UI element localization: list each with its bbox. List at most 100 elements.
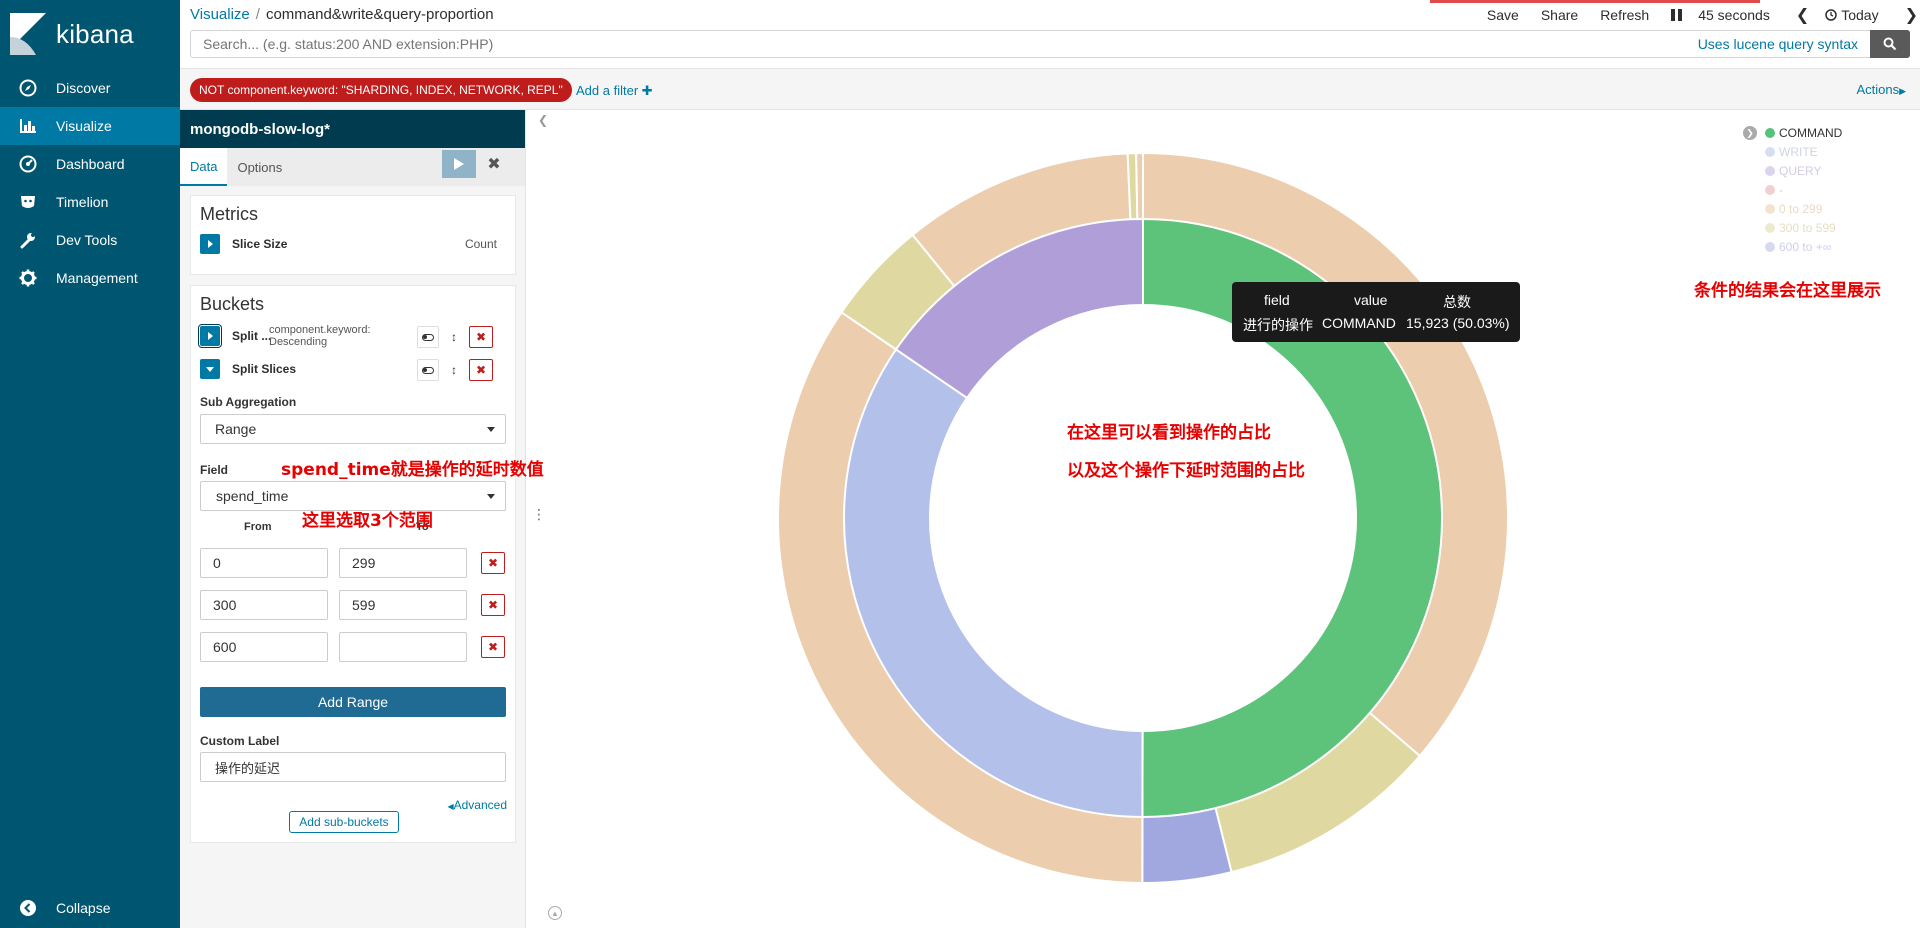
tab-data[interactable]: Data xyxy=(180,148,228,186)
remove-range-button[interactable]: ✖ xyxy=(481,552,505,574)
inner-slice[interactable] xyxy=(894,217,1144,400)
search-button[interactable] xyxy=(1870,30,1910,58)
sidebar-item-dev-tools[interactable]: Dev Tools xyxy=(0,221,180,259)
index-title: mongodb-slow-log* xyxy=(180,110,525,148)
expand-metric-button[interactable] xyxy=(200,234,220,254)
lucene-syntax-link[interactable]: Uses lucene query syntax xyxy=(1698,36,1858,52)
top-actions: Save Share Refresh 45 seconds ❮ Today ❯ xyxy=(1465,5,1920,25)
close-icon: ✖ xyxy=(487,156,501,173)
add-sub-buckets-button[interactable]: Add sub-buckets xyxy=(289,811,399,833)
kibana-logo[interactable]: kibana xyxy=(10,12,134,56)
collapse-spy-icon[interactable]: ▲ xyxy=(548,906,562,920)
metrics-card: Metrics Slice Size Count xyxy=(190,195,516,275)
chevron-left-icon[interactable]: ❮ xyxy=(1796,5,1809,25)
refresh-button[interactable]: Refresh xyxy=(1600,7,1649,23)
tab-options[interactable]: Options xyxy=(227,148,292,186)
sidebar-item-dashboard[interactable]: Dashboard xyxy=(0,145,180,183)
legend-label: 600 to +∞ xyxy=(1779,239,1832,254)
search-icon xyxy=(1883,37,1897,51)
outer-slice[interactable] xyxy=(1141,805,1233,884)
tooltip-header-value: value xyxy=(1354,292,1388,308)
remove-range-button[interactable]: ✖ xyxy=(481,636,505,658)
actions-link[interactable]: Actions▶ xyxy=(1856,82,1906,97)
save-button[interactable]: Save xyxy=(1487,7,1519,23)
legend-label: QUERY xyxy=(1779,163,1822,178)
outer-slice[interactable] xyxy=(840,233,957,352)
bar-chart-icon xyxy=(18,116,38,136)
toggle-icon xyxy=(422,366,434,374)
dashboard-icon xyxy=(18,154,38,174)
expand-split2-button[interactable] xyxy=(200,359,220,379)
toggle-split1-button[interactable] xyxy=(417,326,439,348)
caret-right-icon xyxy=(208,332,213,340)
share-button[interactable]: Share xyxy=(1541,7,1578,23)
discard-changes-button[interactable]: ✖ xyxy=(480,150,508,178)
search-input[interactable] xyxy=(191,31,1698,57)
caret-down-icon xyxy=(206,367,214,372)
add-filter-link[interactable]: Add a filter ✚ xyxy=(576,83,653,99)
legend-toggle-icon[interactable]: ❯ xyxy=(1743,126,1757,140)
sidebar-item-timelion[interactable]: Timelion xyxy=(0,183,180,221)
refresh-interval[interactable]: 45 seconds xyxy=(1698,7,1770,23)
tooltip-header-total: 总数 xyxy=(1443,294,1471,310)
outer-slice[interactable] xyxy=(1214,710,1422,874)
top-annotation-line xyxy=(1430,0,1760,3)
legend-item[interactable]: QUERY xyxy=(1765,161,1842,180)
pause-icon[interactable] xyxy=(1671,9,1683,21)
split1-desc-line2: Descending xyxy=(269,336,328,348)
apply-changes-button[interactable] xyxy=(442,150,476,178)
play-icon xyxy=(454,158,464,170)
legend-item[interactable]: COMMAND xyxy=(1765,123,1842,142)
custom-label-input[interactable]: 操作的延迟 xyxy=(200,752,506,782)
outer-slice[interactable] xyxy=(777,310,1144,885)
legend-item[interactable]: 0 to 299 xyxy=(1765,199,1842,218)
sidebar-item-management[interactable]: Management xyxy=(0,259,180,297)
app-name: kibana xyxy=(56,18,134,49)
range-to-input[interactable]: 299 xyxy=(339,548,467,578)
advanced-link[interactable]: ◀Advanced xyxy=(447,798,507,812)
outer-slice[interactable] xyxy=(911,152,1132,289)
remove-range-button[interactable]: ✖ xyxy=(481,594,505,616)
breadcrumb-visualize-link[interactable]: Visualize xyxy=(190,6,250,23)
remove-split2-button[interactable]: ✖ xyxy=(469,359,493,381)
split-slices-row: Split Slices xyxy=(200,359,296,379)
legend-item[interactable]: 600 to +∞ xyxy=(1765,237,1842,256)
add-range-button[interactable]: Add Range xyxy=(200,687,506,717)
sidebar-item-discover[interactable]: Discover xyxy=(0,69,180,107)
sidebar-collapse[interactable]: Collapse xyxy=(0,889,180,927)
legend-swatch xyxy=(1765,127,1775,138)
drag-split1-handle[interactable]: ↕ xyxy=(443,326,465,348)
time-picker[interactable]: Today xyxy=(1825,7,1879,23)
range-from-input[interactable]: 600 xyxy=(200,632,328,662)
tooltip-total: 15,923 (50.03%) xyxy=(1406,315,1510,331)
panel-resize-handle[interactable]: ⋮ xyxy=(532,507,546,521)
sidebar-item-label: Visualize xyxy=(56,118,112,134)
sidebar-item-visualize[interactable]: Visualize xyxy=(0,107,180,145)
range-from-input[interactable]: 300 xyxy=(200,590,328,620)
collapse-icon xyxy=(18,898,38,918)
tooltip-header-field: field xyxy=(1264,292,1290,308)
chevron-right-icon[interactable]: ❯ xyxy=(1905,5,1918,25)
buckets-card: Buckets Split ... component.keyword: Des… xyxy=(190,285,516,843)
range-to-input[interactable]: 599 xyxy=(339,590,467,620)
outer-slice[interactable] xyxy=(1142,151,1509,758)
outer-slice[interactable] xyxy=(1135,151,1144,222)
outer-slice[interactable] xyxy=(1126,152,1139,222)
legend-item[interactable]: 300 to 599 xyxy=(1765,218,1842,237)
search-bar: Uses lucene query syntax xyxy=(190,30,1910,58)
split1-label: Split ... xyxy=(232,329,272,343)
remove-split1-button[interactable]: ✖ xyxy=(469,326,493,348)
legend-item[interactable]: WRITE xyxy=(1765,142,1842,161)
legend-item[interactable]: - xyxy=(1765,180,1842,199)
expand-split1-button[interactable] xyxy=(198,324,222,348)
collapse-editor-icon[interactable]: ❮ xyxy=(538,113,548,127)
range-from-input[interactable]: 0 xyxy=(200,548,328,578)
range-to-input[interactable] xyxy=(339,632,467,662)
sub-aggregation-select[interactable]: Range xyxy=(200,414,506,444)
drag-split2-handle[interactable]: ↕ xyxy=(443,359,465,381)
gear-icon xyxy=(18,268,38,288)
metric-label: Slice Size xyxy=(232,237,288,251)
filter-pill[interactable]: NOT component.keyword: "SHARDING, INDEX,… xyxy=(190,78,572,102)
toggle-split2-button[interactable] xyxy=(417,359,439,381)
sidebar-item-label: Dashboard xyxy=(56,156,125,172)
